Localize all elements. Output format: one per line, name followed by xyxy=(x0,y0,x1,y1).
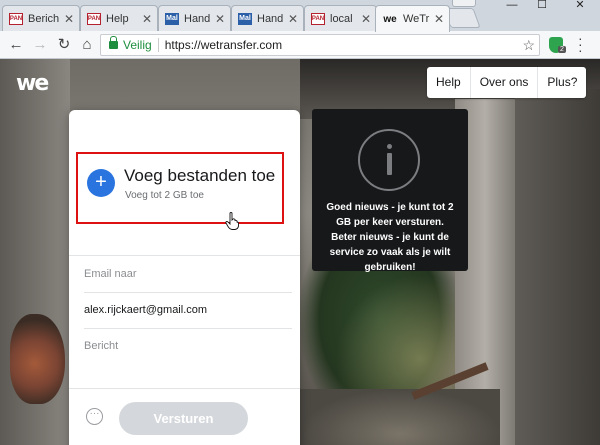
divider xyxy=(157,38,159,52)
info-icon xyxy=(358,129,420,191)
home-icon[interactable]: ⌂ xyxy=(77,35,97,55)
tab-label: local xyxy=(330,12,353,25)
address-bar[interactable]: Veilig https://wetransfer.com ☆ xyxy=(100,34,540,56)
nav-help[interactable]: Help xyxy=(427,67,471,98)
lock-icon xyxy=(109,36,118,49)
add-files-title: Voeg bestanden toe xyxy=(124,166,276,185)
close-icon[interactable]: ✕ xyxy=(214,12,226,26)
browser-menu-icon[interactable]: · · · xyxy=(578,31,583,57)
close-icon[interactable]: ✕ xyxy=(360,12,372,26)
tab-strip: PAN Berich ✕ PAN Help ✕ Mal Hand ✕ Mal H… xyxy=(0,0,600,32)
top-navigation: Help Over ons Plus? xyxy=(427,67,587,98)
background-wall-right xyxy=(515,89,600,445)
nav-over-ons[interactable]: Over ons xyxy=(471,67,539,98)
close-icon[interactable]: ✕ xyxy=(433,12,445,26)
tab-3[interactable]: Mal Hand ✕ xyxy=(158,5,231,31)
wetransfer-logo[interactable]: we xyxy=(16,71,49,96)
hand-cursor-icon xyxy=(225,212,239,230)
add-files-button[interactable]: + Voeg bestanden toe Voeg tot 2 GB toe xyxy=(76,152,284,224)
divider xyxy=(69,388,300,389)
background-rubble xyxy=(300,389,500,445)
maximize-icon[interactable]: ☐ xyxy=(527,0,557,14)
tab-1[interactable]: PAN Berich ✕ xyxy=(2,5,80,31)
reload-icon[interactable]: ↻ xyxy=(54,35,74,55)
plus-icon[interactable]: + xyxy=(87,169,115,197)
close-icon[interactable]: ✕ xyxy=(287,12,299,26)
back-arrow-icon[interactable]: ← xyxy=(6,35,26,55)
window-close-icon[interactable]: ✕ xyxy=(565,0,595,14)
email-from-field[interactable]: alex.rijckaert@gmail.com xyxy=(84,292,292,329)
security-label: Veilig xyxy=(123,38,152,52)
profile-button[interactable] xyxy=(452,0,476,7)
blue-favicon: Mal xyxy=(165,12,179,25)
blue-favicon: Mal xyxy=(238,12,252,25)
forward-arrow-icon[interactable]: → xyxy=(30,35,50,55)
email-to-field[interactable]: Email naar xyxy=(84,256,292,293)
pan-favicon: PAN xyxy=(9,12,23,25)
more-options-icon[interactable]: ··· xyxy=(86,408,103,425)
tab-wetransfer[interactable]: we WeTr ✕ xyxy=(375,5,450,32)
close-icon[interactable]: ✕ xyxy=(141,12,153,26)
tab-2[interactable]: PAN Help ✕ xyxy=(80,5,158,31)
wetransfer-favicon: we xyxy=(383,13,397,25)
browser-toolbar: ← → ↻ ⌂ Veilig https://wetransfer.com ☆ … xyxy=(0,31,600,59)
tab-label: Help xyxy=(106,12,129,25)
message-field[interactable]: Bericht xyxy=(84,328,292,364)
nav-plus[interactable]: Plus? xyxy=(538,67,586,98)
minimize-icon[interactable]: — xyxy=(497,0,527,14)
pan-favicon: PAN xyxy=(311,12,325,25)
tab-label: WeTr xyxy=(403,13,430,25)
extension-badge: 2 xyxy=(558,46,566,53)
upload-panel: + Voeg bestanden toe Voeg tot 2 GB toe E… xyxy=(69,110,300,445)
background-brick-hole xyxy=(10,314,65,404)
tab-5[interactable]: PAN local ✕ xyxy=(304,5,377,31)
url-text[interactable]: https://wetransfer.com xyxy=(165,38,282,52)
page-viewport: we Help Over ons Plus? + Voeg bestanden … xyxy=(0,59,600,445)
add-files-subtitle: Voeg tot 2 GB toe xyxy=(125,190,204,201)
tab-4[interactable]: Mal Hand ✕ xyxy=(231,5,304,31)
tab-label: Hand xyxy=(184,12,211,25)
tab-label: Berich xyxy=(28,12,60,25)
bookmark-star-icon[interactable]: ☆ xyxy=(522,37,535,54)
tooltip-text: Goed nieuws - je kunt tot 2 GB per keer … xyxy=(326,202,454,273)
send-button[interactable]: Versturen xyxy=(119,402,248,435)
close-icon[interactable]: ✕ xyxy=(63,12,75,26)
pan-favicon: PAN xyxy=(87,12,101,25)
tab-label: Hand xyxy=(257,12,284,25)
info-tooltip: Goed nieuws - je kunt tot 2 GB per keer … xyxy=(312,109,468,273)
